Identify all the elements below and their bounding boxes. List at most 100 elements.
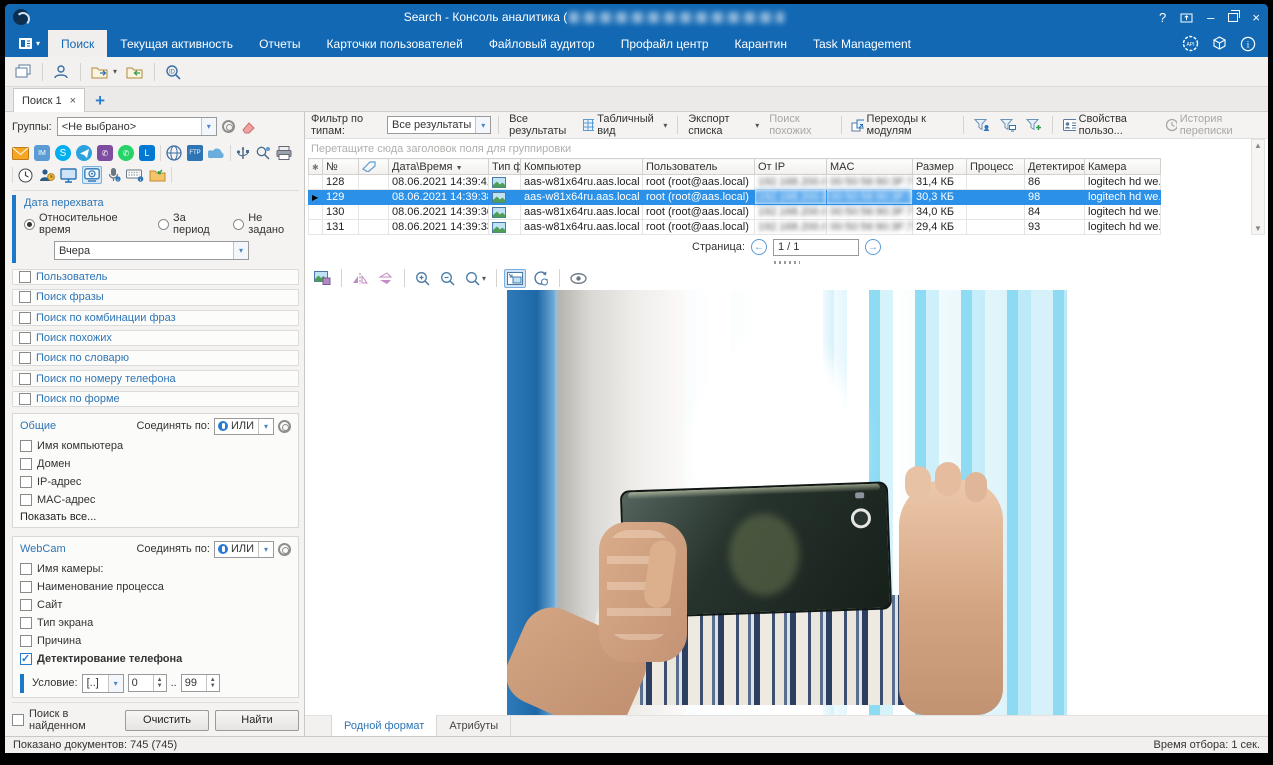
flip-horizontal-icon[interactable] xyxy=(349,269,371,288)
whatsapp-icon[interactable]: ✆ xyxy=(118,145,134,161)
info-icon[interactable]: i xyxy=(1240,36,1256,52)
webcam-site[interactable]: Сайт xyxy=(20,596,291,614)
relative-time-select[interactable]: Вчера ▾ xyxy=(54,241,249,260)
tab-search[interactable]: Поиск xyxy=(48,30,107,57)
common-domain[interactable]: Домен xyxy=(20,455,291,473)
user-properties-button[interactable]: Свойства пользо... xyxy=(1060,112,1159,138)
common-computer-name[interactable]: Имя компьютера xyxy=(20,437,291,455)
condition-to-stepper[interactable]: 99▲▼ xyxy=(181,674,220,692)
lync-icon[interactable]: L xyxy=(139,145,155,161)
tab-user-cards[interactable]: Карточки пользователей xyxy=(314,30,476,57)
criterion-similar-search[interactable]: Поиск похожих xyxy=(12,330,299,346)
user-activity-icon[interactable] xyxy=(38,168,55,183)
tab-attributes[interactable]: Атрибуты xyxy=(437,716,511,736)
join-by-select[interactable]: ИЛИ▾ xyxy=(214,541,274,558)
show-detection-icon[interactable] xyxy=(567,270,590,287)
common-mac-address[interactable]: MAC-адрес xyxy=(20,491,291,509)
ftp-icon[interactable]: FTP xyxy=(187,145,203,161)
page-input[interactable]: 1 / 1 xyxy=(773,239,859,256)
go-to-modules-button[interactable]: Переходы к модулям xyxy=(848,112,956,138)
condition-operator-select[interactable]: [..]▾ xyxy=(82,674,124,693)
prev-page-button[interactable]: ← xyxy=(751,239,767,255)
telegram-icon[interactable] xyxy=(76,145,92,161)
radio-relative-time[interactable]: Относительное время xyxy=(24,212,148,236)
search-in-found-checkbox[interactable]: Поиск в найденном xyxy=(12,708,119,732)
splitter-handle[interactable] xyxy=(305,259,1268,266)
condition-from-stepper[interactable]: 0▲▼ xyxy=(128,674,167,692)
printer-icon[interactable] xyxy=(276,146,292,160)
tab-current-activity[interactable]: Текущая активность xyxy=(107,30,246,57)
groups-select[interactable]: <Не выбрано> ▾ xyxy=(57,117,217,136)
criterion-phrase-combination[interactable]: Поиск по комбинации фраз xyxy=(12,310,299,326)
device-search-icon[interactable] xyxy=(255,145,271,161)
search-doc-tab[interactable]: Поиск 1 × xyxy=(13,88,85,112)
app-menu-button[interactable]: ▾ xyxy=(11,30,48,57)
original-size-icon[interactable] xyxy=(530,268,552,289)
save-image-icon[interactable] xyxy=(311,268,334,288)
zoom-in-icon[interactable] xyxy=(412,268,433,289)
update-package-icon[interactable] xyxy=(1211,35,1228,52)
tab-task-management[interactable]: Task Management xyxy=(800,30,924,57)
radio-period[interactable]: За период xyxy=(158,212,223,236)
close-button[interactable]: × xyxy=(1252,11,1260,24)
help-button[interactable]: ? xyxy=(1159,11,1166,24)
http-icon[interactable] xyxy=(166,145,182,161)
webcam-settings-icon[interactable] xyxy=(278,543,291,556)
export-search-icon[interactable] xyxy=(89,63,119,81)
table-scrollbar[interactable]: ▲▼ xyxy=(1251,139,1265,235)
table-row[interactable]: 13108.06.2021 14:39:33 aas-w81x64ru.aas.… xyxy=(309,220,1161,235)
export-list-button[interactable]: Экспорт списка xyxy=(685,112,762,138)
all-results-button[interactable]: Все результаты xyxy=(506,112,576,138)
filter-by-computer-icon[interactable] xyxy=(997,117,1019,133)
chevron-down-icon[interactable]: ▾ xyxy=(475,117,490,133)
webcam-icon-selected[interactable] xyxy=(82,166,102,184)
chevron-down-icon[interactable]: ▾ xyxy=(108,675,123,692)
import-search-icon[interactable] xyxy=(124,63,146,81)
criterion-phrase-search[interactable]: Поиск фразы xyxy=(12,289,299,305)
webcam-camera-name[interactable]: Имя камеры: xyxy=(20,560,291,578)
close-tab-icon[interactable]: × xyxy=(70,95,76,107)
common-settings-icon[interactable] xyxy=(278,420,291,433)
restore-button[interactable] xyxy=(1228,11,1238,24)
search-by-id-icon[interactable]: ID xyxy=(163,62,184,82)
chevron-down-icon[interactable]: ▾ xyxy=(259,545,273,554)
cascade-windows-icon[interactable] xyxy=(13,62,34,81)
clear-button[interactable]: Очистить xyxy=(125,710,209,731)
fit-to-window-icon[interactable] xyxy=(504,269,526,288)
chevron-down-icon[interactable]: ▾ xyxy=(259,422,273,431)
keyboard-icon[interactable]: i xyxy=(126,168,144,183)
folder-import-icon[interactable] xyxy=(149,168,166,182)
monitor-icon[interactable] xyxy=(60,168,77,183)
microphone-icon[interactable]: i xyxy=(107,167,121,183)
table-row-selected[interactable]: ▶ 12908.06.2021 14:39:38 aas-w81x64ru.aa… xyxy=(309,190,1161,205)
header-row[interactable]: ✱ № Дата\Время ▼ Тип фа Компьютер Пользо… xyxy=(309,159,1161,175)
mail-icon[interactable] xyxy=(12,147,29,160)
webcam-phone-detection[interactable]: Детектирование телефона xyxy=(20,650,291,668)
skype-icon[interactable]: S xyxy=(55,145,71,161)
tab-file-auditor[interactable]: Файловый аудитор xyxy=(476,30,608,57)
cloud-icon[interactable] xyxy=(208,147,225,159)
common-ip-address[interactable]: IP-адрес xyxy=(20,473,291,491)
pin-window-button[interactable] xyxy=(1180,11,1193,23)
user-search-icon[interactable] xyxy=(51,62,72,82)
table-view-button[interactable]: Табличный вид xyxy=(580,112,670,138)
webcam-screen-type[interactable]: Тип экрана xyxy=(20,614,291,632)
webcam-reason[interactable]: Причина xyxy=(20,632,291,650)
flip-vertical-icon[interactable] xyxy=(375,269,397,288)
find-button[interactable]: Найти xyxy=(215,710,299,731)
add-tab-button[interactable]: + xyxy=(85,91,115,111)
radio-not-set[interactable]: Не задано xyxy=(233,212,299,236)
chevron-down-icon[interactable]: ▾ xyxy=(233,242,248,259)
criterion-dictionary-search[interactable]: Поиск по словарю xyxy=(12,350,299,366)
criterion-form-search[interactable]: Поиск по форме xyxy=(12,391,299,407)
eraser-icon[interactable] xyxy=(240,120,256,134)
zoom-level-dropdown[interactable] xyxy=(462,268,489,289)
api-icon[interactable]: API xyxy=(1182,35,1199,52)
groups-settings-icon[interactable] xyxy=(222,120,235,133)
criterion-user[interactable]: Пользователь xyxy=(12,269,299,285)
next-page-button[interactable]: → xyxy=(865,239,881,255)
filter-add-icon[interactable] xyxy=(1023,117,1045,133)
tab-native-format[interactable]: Родной формат xyxy=(331,715,437,736)
im-icon[interactable]: IM xyxy=(34,145,50,161)
chevron-down-icon[interactable]: ▾ xyxy=(201,118,216,135)
